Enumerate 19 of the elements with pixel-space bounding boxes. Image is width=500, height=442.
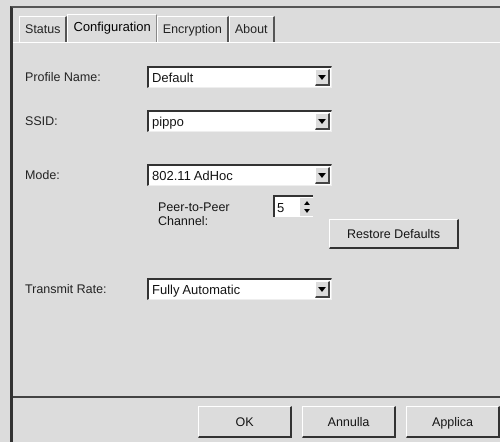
- tab[interactable]: Status: [19, 16, 68, 42]
- field-label: Peer-to-Peer Channel:: [158, 200, 231, 228]
- tab[interactable]: About: [228, 16, 274, 42]
- dialog-button[interactable]: OK: [198, 406, 292, 438]
- field-label: Transmit Rate:: [25, 282, 108, 296]
- dropdown[interactable]: Default: [147, 66, 332, 88]
- field-label: Mode:: [25, 168, 61, 182]
- tab[interactable]: Encryption: [156, 16, 229, 42]
- dropdown[interactable]: pippo: [147, 110, 332, 132]
- restore-defaults-button[interactable]: Restore Defaults: [329, 219, 459, 249]
- field-label: Profile Name:: [25, 70, 102, 84]
- spin-field[interactable]: 5: [273, 195, 313, 217]
- spinner-arrows-icon[interactable]: [300, 198, 313, 216]
- tab[interactable]: Configuration: [67, 14, 157, 42]
- dropdown[interactable]: 802.11 AdHoc: [147, 164, 332, 186]
- field-label: SSID:: [25, 114, 59, 128]
- dialog-button[interactable]: Applica: [406, 406, 500, 438]
- dropdown[interactable]: Fully Automatic: [147, 278, 332, 300]
- dialog-button[interactable]: Annulla: [302, 406, 396, 438]
